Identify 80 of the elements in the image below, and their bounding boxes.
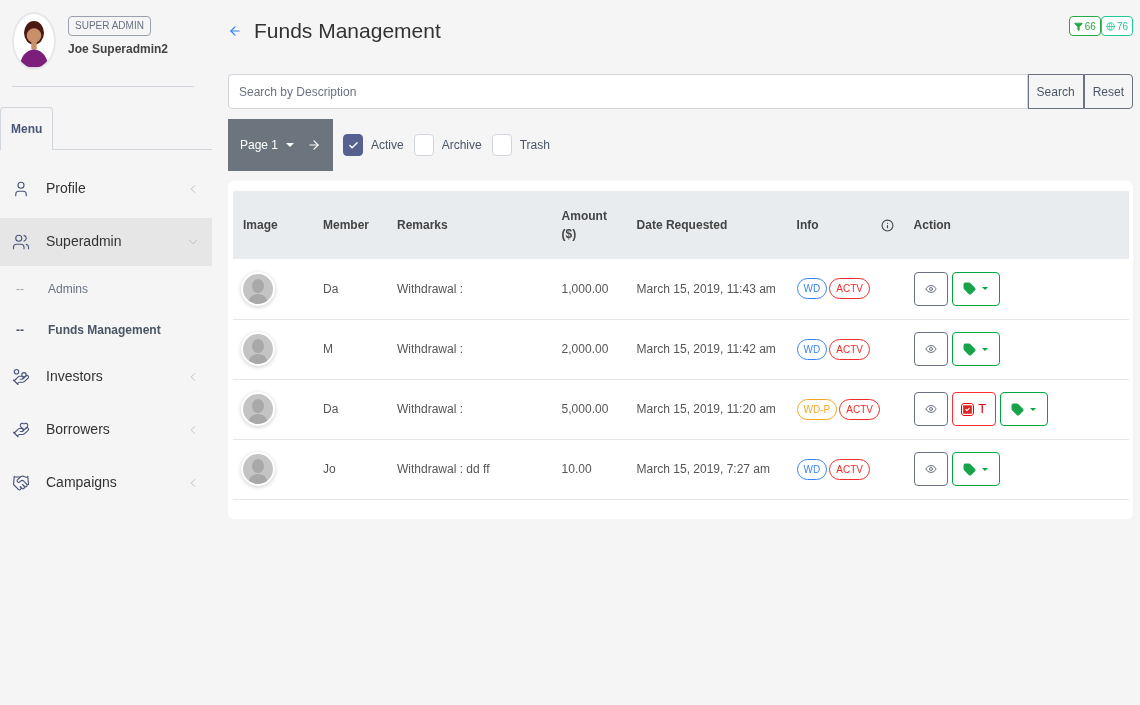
view-button[interactable]: [913, 332, 948, 366]
member-name: Da: [323, 281, 339, 296]
avatar: [243, 394, 273, 424]
globe-icon: [1105, 21, 1115, 31]
avatar: [12, 12, 56, 70]
column-header: Amount ($): [561, 208, 608, 243]
back-arrow-icon[interactable]: [228, 24, 242, 38]
caret-icon: [1030, 407, 1037, 411]
member-name: Jo: [323, 462, 336, 476]
column-header: Image: [243, 217, 278, 234]
date-requested: March 15, 2019, 11:43 am: [636, 281, 776, 296]
amount: 10.00: [561, 462, 592, 476]
view-button[interactable]: [913, 271, 948, 306]
amount: 5,000.00: [561, 402, 609, 416]
amount: 2,000.00: [561, 342, 609, 356]
member-name: Da: [323, 402, 339, 416]
eye-icon: [924, 403, 937, 415]
tag-icon: [1011, 402, 1025, 416]
checkbox[interactable]: [343, 134, 363, 156]
page-title: Funds Management: [254, 18, 441, 44]
tag-dropdown-button[interactable]: [951, 452, 1000, 486]
checkbox-label: Trash: [519, 137, 550, 154]
eye-icon: [924, 343, 937, 355]
sidebar-item[interactable]: Superadmin: [0, 217, 212, 266]
submenu-label: Funds Management: [48, 321, 161, 339]
reset-button[interactable]: Reset: [1083, 74, 1133, 109]
avatar: [243, 454, 273, 484]
tag-icon: [963, 282, 977, 296]
person-icon: [12, 179, 30, 198]
dash-marker: --: [16, 321, 25, 339]
trash-button[interactable]: T: [951, 392, 996, 426]
tag-icon: [963, 342, 977, 356]
search-button[interactable]: Search: [1027, 74, 1084, 109]
submenu-item[interactable]: -- Funds Management: [0, 309, 212, 350]
caret-icon: [982, 467, 989, 471]
avatar: [243, 334, 273, 364]
date-requested: March 15, 2019, 11:20 am: [636, 402, 776, 416]
dash-marker: --: [16, 280, 25, 298]
checkbox-label: Active: [371, 137, 404, 154]
hands-icon: [12, 420, 30, 439]
remarks: Withdrawal :: [397, 281, 464, 296]
tag-dropdown-button[interactable]: [999, 392, 1048, 426]
role-badge: SUPER ADMIN: [68, 16, 151, 36]
user-name: Joe Superadmin2: [68, 41, 169, 58]
date-requested: March 15, 2019, 7:27 am: [636, 462, 771, 476]
checkbox-icon: [961, 402, 975, 416]
remarks: Withdrawal : dd ff: [397, 462, 490, 476]
column-header: Action: [913, 217, 951, 234]
view-button[interactable]: [913, 452, 948, 486]
view-button[interactable]: [913, 392, 948, 426]
eye-icon: [924, 463, 937, 475]
page-selector[interactable]: Page 1: [228, 119, 333, 171]
column-header: Member: [323, 217, 370, 234]
column-header: Info: [796, 217, 819, 234]
handshake-icon: [12, 473, 30, 492]
menu-tab[interactable]: Menu: [0, 107, 54, 150]
column-header: Date Requested: [636, 217, 728, 234]
submenu-item[interactable]: -- Admins: [0, 268, 212, 309]
hand-coin-icon: [12, 367, 30, 386]
tag-dropdown-button[interactable]: [951, 271, 1000, 306]
info-icon[interactable]: [880, 218, 894, 232]
filter-icon: [1073, 21, 1083, 31]
avatar: [243, 273, 273, 304]
submenu-label: Admins: [48, 280, 88, 298]
check-icon: [347, 139, 359, 151]
remarks: Withdrawal :: [397, 342, 464, 356]
member-name: M: [323, 342, 333, 356]
column-header: Remarks: [397, 217, 448, 234]
people-icon: [12, 232, 30, 251]
amount: 1,000.00: [561, 281, 609, 296]
date-requested: March 15, 2019, 11:42 am: [636, 342, 776, 356]
remarks: Withdrawal :: [397, 402, 464, 416]
search-field[interactable]: Search by Description: [228, 74, 1028, 109]
tag-icon: [963, 462, 977, 476]
tag-dropdown-button[interactable]: [951, 332, 1000, 366]
caret-icon: [982, 287, 989, 291]
caret-icon: [982, 347, 989, 351]
checkbox-label: Archive: [441, 137, 482, 154]
caret-icon: [286, 143, 295, 147]
eye-icon: [924, 282, 937, 295]
